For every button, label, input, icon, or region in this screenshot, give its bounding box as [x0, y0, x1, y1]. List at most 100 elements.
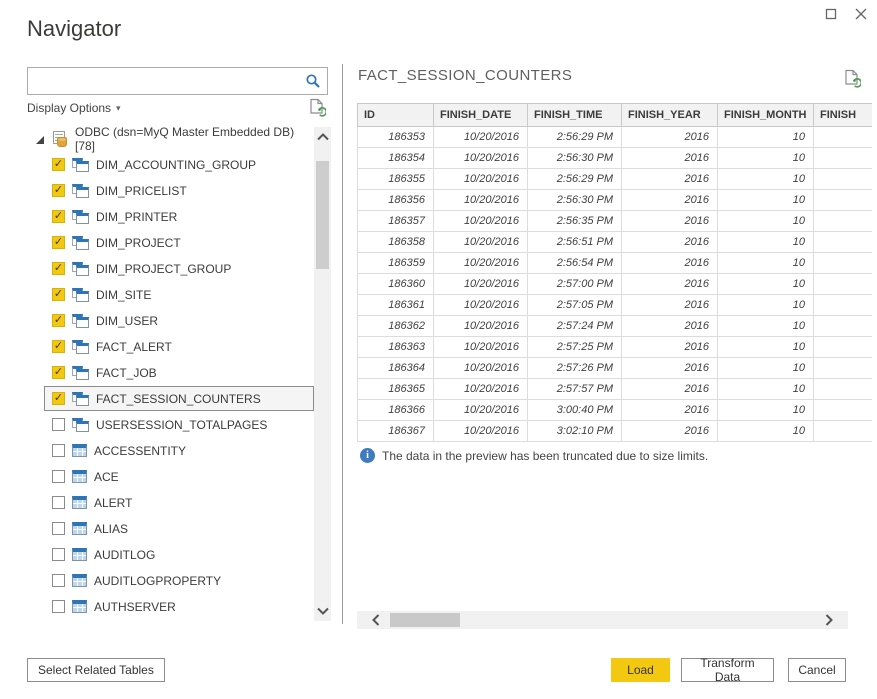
maximize-button[interactable] — [818, 4, 844, 28]
tree-item[interactable]: CARD — [44, 620, 314, 621]
item-checkbox[interactable] — [52, 522, 65, 535]
item-checkbox[interactable]: ✓ — [52, 236, 65, 249]
table-row[interactable]: 18635910/20/20162:56:54 PM 201610 — [358, 253, 873, 274]
refresh-file-icon — [843, 76, 861, 93]
item-checkbox[interactable] — [52, 548, 65, 561]
tree-item-label: FACT_JOB — [96, 366, 157, 380]
column-header[interactable]: FINISH_TIME — [528, 104, 622, 127]
close-button[interactable] — [848, 4, 874, 28]
item-checkbox[interactable]: ✓ — [52, 392, 65, 405]
item-checkbox[interactable]: ✓ — [52, 158, 65, 171]
tree-item-label: DIM_PROJECT_GROUP — [96, 262, 231, 276]
table-row[interactable]: 18635610/20/20162:56:30 PM 201610 — [358, 190, 873, 211]
tree-item[interactable]: AUDITLOG — [44, 542, 314, 567]
tree-item[interactable]: ✓ FACT_JOB — [44, 360, 314, 385]
scroll-down-icon[interactable] — [314, 603, 331, 619]
preview-hscrollbar-thumb[interactable] — [390, 613, 460, 627]
load-button[interactable]: Load — [611, 658, 670, 682]
table-row[interactable]: 18635410/20/20162:56:30 PM 201610 — [358, 148, 873, 169]
table-row[interactable]: 18636610/20/20163:00:40 PM 201610 — [358, 400, 873, 421]
tree-item[interactable]: USERSESSION_TOTALPAGES — [44, 412, 314, 437]
tree-root-odbc[interactable]: ODBC (dsn=MyQ Master Embedded DB) [78] — [27, 127, 314, 151]
item-checkbox[interactable]: ✓ — [52, 262, 65, 275]
item-checkbox[interactable] — [52, 600, 65, 613]
table-row[interactable]: 18636010/20/20162:57:00 PM 201610 — [358, 274, 873, 295]
column-header[interactable]: ID — [358, 104, 434, 127]
view-icon — [72, 210, 89, 224]
display-options-dropdown[interactable]: Display Options ▾ — [27, 101, 121, 115]
table-row[interactable]: 18636310/20/20162:57:25 PM 201610 — [358, 337, 873, 358]
item-checkbox[interactable]: ✓ — [52, 366, 65, 379]
refresh-file-icon — [308, 105, 326, 122]
table-header-row: IDFINISH_DATEFINISH_TIMEFINISH_YEARFINIS… — [358, 104, 873, 127]
table-row[interactable]: 18636110/20/20162:57:05 PM 201610 — [358, 295, 873, 316]
item-checkbox[interactable] — [52, 470, 65, 483]
tree-item[interactable]: ALERT — [44, 490, 314, 515]
tree-item-label: DIM_SITE — [96, 288, 151, 302]
page-title: Navigator — [27, 16, 121, 42]
tree-item-label: ACE — [94, 470, 119, 484]
tree-item-label: AUDITLOG — [94, 548, 155, 562]
item-checkbox[interactable]: ✓ — [52, 288, 65, 301]
item-checkbox[interactable] — [52, 418, 65, 431]
tree-scrollbar[interactable] — [314, 127, 331, 621]
scroll-right-icon[interactable] — [820, 611, 838, 629]
tree-item[interactable]: ACE — [44, 464, 314, 489]
search-icon[interactable] — [303, 73, 323, 89]
tree-item-label: DIM_PROJECT — [96, 236, 181, 250]
tree-item[interactable]: ✓ DIM_PRICELIST — [44, 178, 314, 203]
table-icon — [72, 574, 87, 587]
column-header[interactable]: FINISH — [814, 104, 873, 127]
tree-item[interactable]: ✓ DIM_PROJECT_GROUP — [44, 256, 314, 281]
expander-icon[interactable] — [36, 134, 46, 144]
table-row[interactable]: 18636510/20/20162:57:57 PM 201610 — [358, 379, 873, 400]
column-header[interactable]: FINISH_MONTH — [718, 104, 814, 127]
refresh-sidebar-button[interactable] — [308, 98, 326, 123]
tree-item[interactable]: ✓ DIM_PROJECT — [44, 230, 314, 255]
tree-item[interactable]: ✓ FACT_ALERT — [44, 334, 314, 359]
item-checkbox[interactable]: ✓ — [52, 210, 65, 223]
column-header[interactable]: FINISH_YEAR — [622, 104, 718, 127]
item-checkbox[interactable]: ✓ — [52, 340, 65, 353]
table-row[interactable]: 18635810/20/20162:56:51 PM 201610 — [358, 232, 873, 253]
view-icon — [72, 418, 89, 432]
transform-data-button[interactable]: Transform Data — [681, 658, 774, 682]
table-row[interactable]: 18636210/20/20162:57:24 PM 201610 — [358, 316, 873, 337]
column-header[interactable]: FINISH_DATE — [434, 104, 528, 127]
tree-item-label: DIM_ACCOUNTING_GROUP — [96, 158, 256, 172]
view-icon — [72, 340, 89, 354]
tree-item[interactable]: ✓ DIM_USER — [44, 308, 314, 333]
item-checkbox[interactable] — [52, 574, 65, 587]
view-icon — [72, 262, 89, 276]
select-related-tables-button[interactable]: Select Related Tables — [27, 658, 165, 682]
item-checkbox[interactable]: ✓ — [52, 314, 65, 327]
table-icon — [72, 444, 87, 457]
table-row[interactable]: 18636410/20/20162:57:26 PM 201610 — [358, 358, 873, 379]
view-icon — [72, 392, 89, 406]
table-row[interactable]: 18635710/20/20162:56:35 PM 201610 — [358, 211, 873, 232]
table-row[interactable]: 18636710/20/20163:02:10 PM 201610 — [358, 421, 873, 442]
tree-item[interactable]: ✓ FACT_SESSION_COUNTERS — [44, 386, 314, 411]
tree-scrollbar-thumb[interactable] — [316, 161, 329, 269]
cancel-button[interactable]: Cancel — [788, 658, 846, 682]
tree-item[interactable]: ACCESSENTITY — [44, 438, 314, 463]
search-input[interactable] — [28, 70, 303, 92]
table-row[interactable]: 18635310/20/20162:56:29 PM 201610 — [358, 127, 873, 148]
item-checkbox[interactable] — [52, 444, 65, 457]
tree-item[interactable]: ✓ DIM_PRINTER — [44, 204, 314, 229]
tree-item[interactable]: AUDITLOGPROPERTY — [44, 568, 314, 593]
item-checkbox[interactable] — [52, 496, 65, 509]
refresh-preview-button[interactable] — [843, 69, 861, 94]
scroll-up-icon[interactable] — [314, 129, 331, 145]
table-row[interactable]: 18635510/20/20162:56:29 PM 201610 — [358, 169, 873, 190]
tree-item[interactable]: ✓ DIM_ACCOUNTING_GROUP — [44, 152, 314, 177]
tree-item[interactable]: ALIAS — [44, 516, 314, 541]
item-checkbox[interactable]: ✓ — [52, 184, 65, 197]
tree-item[interactable]: ✓ DIM_SITE — [44, 282, 314, 307]
display-options-label: Display Options — [27, 101, 111, 115]
scroll-left-icon[interactable] — [367, 611, 385, 629]
tree-item[interactable]: AUTHSERVER — [44, 594, 314, 619]
truncation-notice-text: The data in the preview has been truncat… — [382, 449, 708, 463]
preview-hscrollbar[interactable] — [357, 611, 848, 629]
tree-item-label: FACT_SESSION_COUNTERS — [96, 392, 261, 406]
